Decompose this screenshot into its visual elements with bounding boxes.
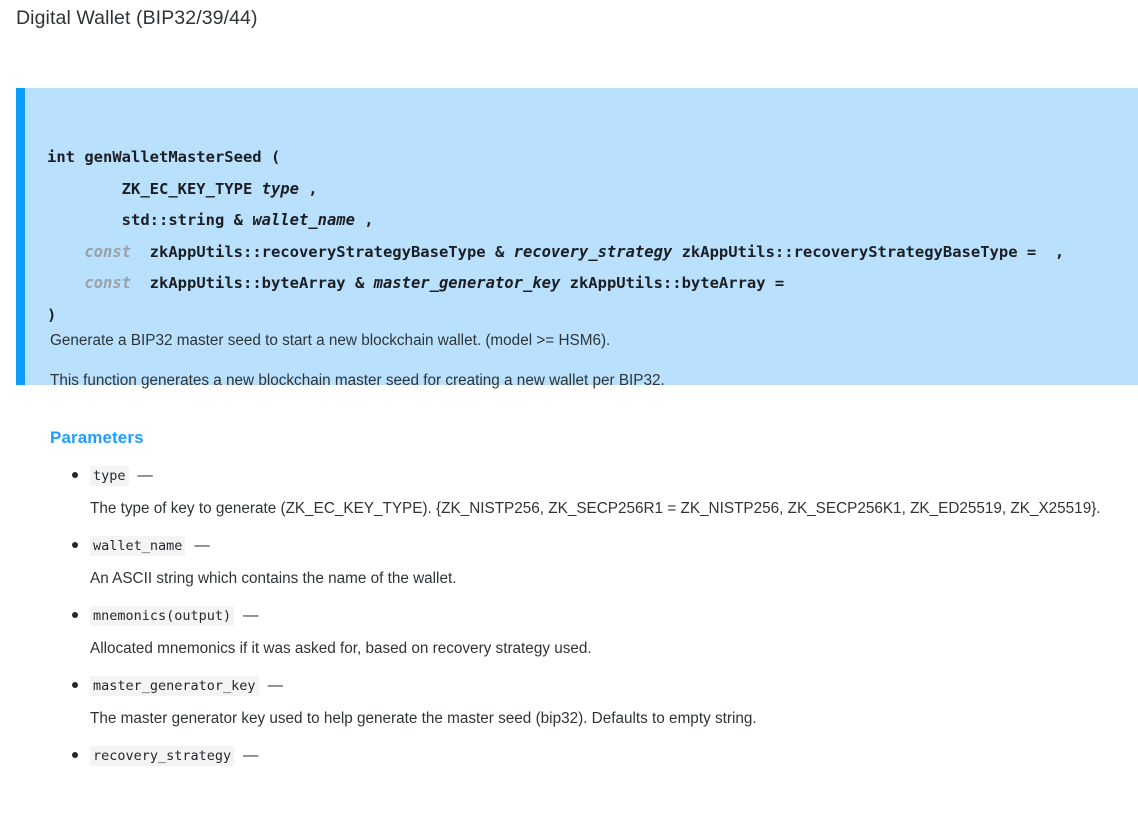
code-text: zkAppUtils::recoveryStrategyBaseType = , (672, 242, 1065, 261)
signature-line: ZK_EC_KEY_TYPE type , (25, 174, 1138, 206)
code-parameter-name: wallet_name (252, 211, 355, 229)
code-text: int genWalletMasterSeed ( (47, 148, 281, 166)
code-text: , (354, 211, 374, 229)
description-paragraph-2: This function generates a new blockchain… (50, 372, 665, 389)
parameter-name: master_generator_key (90, 676, 259, 696)
parameter-item: mnemonics(output) — Allocated mnemonics if… (50, 606, 1118, 659)
bullet-icon (72, 752, 78, 758)
code-text: ) (47, 305, 57, 324)
code-keyword-const: const (84, 242, 131, 261)
parameter-dash-separator: — (137, 467, 153, 484)
description-section: Generate a BIP32 master seed to start a … (50, 330, 1118, 410)
parameter-header: master_generator_key — (90, 676, 1118, 696)
bullet-icon (72, 472, 78, 478)
parameter-name: wallet_name (90, 536, 186, 556)
parameter-description: The type of key to generate (ZK_EC_KEY_T… (90, 500, 1101, 517)
parameter-description: An ASCII string which contains the name … (90, 570, 457, 587)
parameter-item: wallet_name — An ASCII string which contai… (50, 536, 1118, 589)
parameter-dash-separator: — (243, 607, 259, 624)
parameters-heading: Parameters (50, 428, 144, 447)
documentation-page: Digital Wallet (BIP32/39/44) int genWall… (0, 0, 1138, 824)
parameter-name: type (90, 466, 129, 486)
description-paragraph-1: Generate a BIP32 master seed to start a … (50, 332, 611, 349)
code-text: std::string & (47, 211, 253, 229)
parameter-dash-separator: — (267, 677, 283, 694)
parameter-name: mnemonics(output) (90, 606, 235, 626)
bullet-icon (72, 682, 78, 688)
parameter-header: wallet_name — (90, 536, 1118, 556)
parameter-dash-separator: — (243, 747, 259, 764)
signature-line: const zkAppUtils::byteArray & master_gen… (25, 268, 1138, 300)
bullet-icon (72, 612, 78, 618)
code-text: zkAppUtils::byteArray = (560, 274, 785, 292)
signature-line: std::string & wallet_name , (25, 205, 1138, 237)
code-text: zkAppUtils::recoveryStrategyBaseType & (131, 242, 514, 261)
bullet-icon (72, 542, 78, 548)
code-text: , (298, 179, 318, 198)
parameter-item: recovery_strategy — (50, 746, 1118, 766)
signature-line: int genWalletMasterSeed ( (25, 142, 1138, 174)
signature-line: const zkAppUtils::recoveryStrategyBaseTy… (25, 237, 1138, 269)
page-title: Digital Wallet (BIP32/39/44) (16, 7, 258, 29)
code-text: ZK_EC_KEY_TYPE (47, 179, 262, 198)
signature-lines: int genWalletMasterSeed ( ZK_EC_KEY_TYPE… (25, 142, 1138, 331)
parameter-header: recovery_strategy — (90, 746, 1118, 766)
code-text: zkAppUtils::byteArray & (131, 274, 374, 292)
parameter-description: Allocated mnemonics if it was asked for,… (90, 640, 592, 657)
parameter-item: master_generator_key — The master generato… (50, 676, 1118, 729)
parameter-name: recovery_strategy (90, 746, 235, 766)
signature-line: ) (25, 300, 1138, 332)
parameter-header: type — (90, 466, 1118, 486)
parameter-dash-separator: — (194, 537, 210, 554)
parameter-header: mnemonics(output) — (90, 606, 1118, 626)
code-parameter-name: master_generator_key (373, 274, 561, 292)
parameter-description: The master generator key used to help ge… (90, 710, 757, 727)
parameters-list: type — The type of key to generate (ZK_EC_… (50, 466, 1118, 783)
parameter-item: type — The type of key to generate (ZK_EC_… (50, 466, 1118, 519)
code-keyword-const: const (84, 274, 131, 292)
code-parameter-name: recovery_strategy (513, 242, 673, 261)
code-parameter-name: type (261, 179, 299, 198)
